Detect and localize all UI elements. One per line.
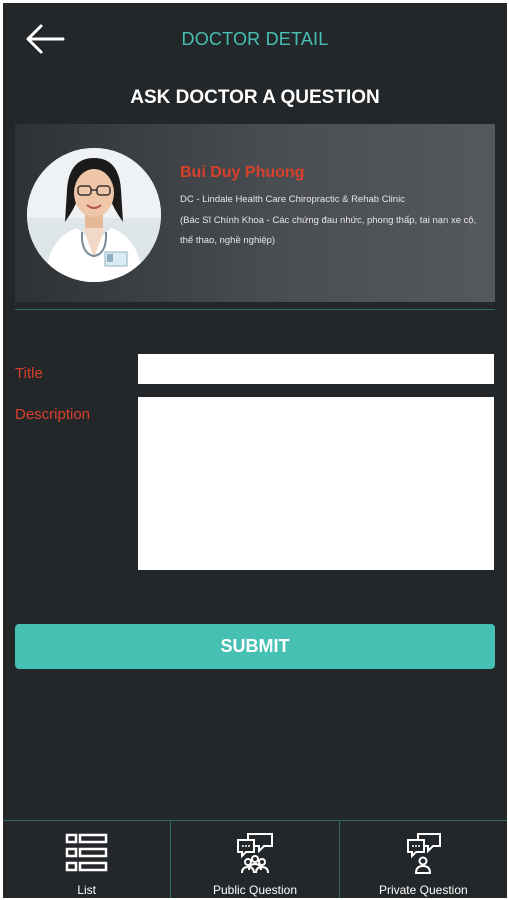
description-label: Description bbox=[15, 406, 91, 423]
title-label: Title bbox=[15, 365, 43, 382]
nav-label-public-question: Public Question bbox=[212, 883, 298, 897]
doctor-card: Bui Duy Phuong DC - Lindale Health Care … bbox=[15, 124, 495, 302]
doctor-description: (Bác Sĩ Chính Khoa - Các chứng đau nhức,… bbox=[180, 215, 477, 246]
nav-item-private-question[interactable]: Private Question bbox=[338, 821, 507, 898]
doctor-avatar bbox=[27, 148, 161, 282]
doctor-photo bbox=[27, 148, 161, 282]
description-input[interactable] bbox=[138, 397, 494, 570]
bottom-nav: List Public Question Private Question bbox=[3, 820, 507, 898]
public-question-icon bbox=[236, 833, 273, 874]
nav-label-list: List bbox=[77, 883, 96, 897]
doctor-clinic: DC - Lindale Health Care Chiropractic & … bbox=[180, 194, 405, 205]
nav-item-public-question[interactable]: Public Question bbox=[170, 821, 338, 898]
list-icon bbox=[65, 833, 107, 872]
submit-button[interactable]: SUBMIT bbox=[15, 624, 495, 669]
private-question-icon bbox=[407, 833, 442, 874]
page-title: ASK DOCTOR A QUESTION bbox=[130, 87, 380, 108]
nav-label-private-question: Private Question bbox=[378, 883, 468, 897]
doctor-name: Bui Duy Phuong bbox=[180, 164, 305, 181]
header-title: DOCTOR DETAIL bbox=[181, 29, 329, 49]
title-input[interactable] bbox=[138, 354, 494, 384]
nav-item-list[interactable]: List bbox=[3, 821, 170, 898]
app-screen: DOCTOR DETAIL ASK DOCTOR A QUESTION Bui … bbox=[3, 3, 507, 898]
section-divider bbox=[15, 309, 495, 310]
